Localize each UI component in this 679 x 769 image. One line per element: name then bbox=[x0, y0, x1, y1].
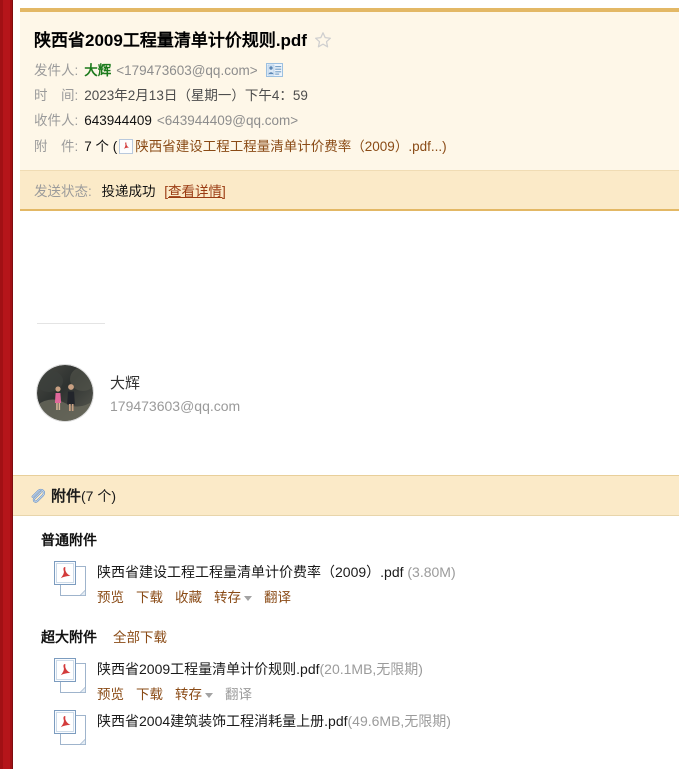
pdf-file-icon bbox=[53, 560, 87, 598]
pdf-file-icon bbox=[53, 657, 87, 695]
attachment-filename[interactable]: 陕西省建设工程工程量清单计价费率（2009）.pdf (3.80M) bbox=[97, 562, 456, 582]
signature-email: 179473603@qq.com bbox=[110, 398, 241, 414]
attachment-size: (3.80M) bbox=[403, 564, 456, 580]
header-bottom-border bbox=[20, 209, 679, 211]
attachment-meta: 陕西省建设工程工程量清单计价费率（2009）.pdf (3.80M) 预览 下载 收藏… bbox=[97, 560, 456, 606]
attachment-section-title: 普通附件 bbox=[41, 532, 97, 548]
attachment-actions: 预览 下载 转存 翻译 bbox=[97, 683, 423, 703]
page-title: 陕西省2009工程量清单计价规则.pdf bbox=[34, 31, 307, 50]
attachment-label: 附 件: bbox=[34, 139, 79, 154]
mail-header-fields: 陕西省2009工程量清单计价规则.pdf 发件人: 大辉 <179473603@… bbox=[20, 12, 679, 170]
download-all-link[interactable]: 全部下载 bbox=[113, 626, 167, 646]
view-detail-link[interactable]: [查看详情] bbox=[164, 184, 226, 199]
send-status-row: 发送状态: 投递成功 [查看详情] bbox=[20, 170, 679, 209]
send-status-label: 发送状态: bbox=[34, 184, 92, 199]
pdf-file-icon bbox=[53, 709, 87, 747]
attachment-action-转存[interactable]: 转存 bbox=[214, 586, 252, 606]
mail-detail-page: 陕西省2009工程量清单计价规则.pdf 发件人: 大辉 <179473603@… bbox=[0, 0, 679, 769]
paperclip-icon bbox=[29, 488, 45, 504]
from-label: 发件人: bbox=[34, 63, 79, 78]
attachment-size: (49.6MB,无限期) bbox=[347, 713, 451, 729]
attachments-title: 附件 bbox=[51, 488, 82, 505]
chevron-down-icon bbox=[205, 692, 213, 698]
from-address[interactable]: <179473603@qq.com> bbox=[116, 61, 257, 80]
attachment-meta: 陕西省2004建筑装饰工程消耗量上册.pdf(49.6MB,无限期) bbox=[97, 709, 451, 747]
attachment-summary-row: 附 件: 7 个 ( 陕西省建设工程工程量清单计价费率（2009）.pdf...… bbox=[34, 136, 679, 156]
attachment-action-翻译: 翻译 bbox=[225, 687, 252, 702]
to-row: 收件人: 643944409 <643944409@qq.com> bbox=[34, 111, 679, 130]
avatar[interactable] bbox=[37, 365, 93, 421]
attachment-section-header: 普通附件 bbox=[13, 530, 679, 550]
left-rail-highlight bbox=[3, 0, 10, 769]
attachment-filename[interactable]: 陕西省2004建筑装饰工程消耗量上册.pdf(49.6MB,无限期) bbox=[97, 711, 451, 731]
attachment-item: 陕西省建设工程工程量清单计价费率（2009）.pdf (3.80M) 预览 下载 收藏… bbox=[13, 560, 679, 606]
attachment-action-翻译[interactable]: 翻译 bbox=[264, 586, 291, 606]
attachment-action-预览[interactable]: 预览 bbox=[97, 586, 124, 606]
attachment-meta: 陕西省2009工程量清单计价规则.pdf(20.1MB,无限期) 预览 下载 转存 翻译 bbox=[97, 657, 423, 703]
to-label: 收件人: bbox=[34, 113, 79, 128]
attachment-count: 7 个 ( bbox=[84, 139, 118, 154]
time-value: 2023年2月13日（星期一）下午4：59 bbox=[84, 88, 308, 103]
attachments-count: (7 个) bbox=[81, 487, 117, 504]
attachments-panel: 附件 (7 个) 普通附件 陕西省建设工程工程量清单计价费率（2009）.pdf… bbox=[13, 475, 679, 753]
star-icon[interactable] bbox=[314, 31, 332, 49]
attachments-body: 普通附件 陕西省建设工程工程量清单计价费率（2009）.pdf (3.80M) 预… bbox=[13, 516, 679, 747]
attachment-actions: 预览 下载 收藏 转存 翻译 bbox=[97, 586, 456, 606]
contact-card-icon[interactable] bbox=[265, 63, 283, 77]
attachments-header: 附件 (7 个) bbox=[13, 476, 679, 516]
time-row: 时 间: 2023年2月13日（星期一）下午4：59 bbox=[34, 86, 679, 105]
signature-text: 大辉 179473603@qq.com bbox=[110, 372, 240, 414]
attachment-action-收藏[interactable]: 收藏 bbox=[175, 586, 202, 606]
attachment-size: (20.1MB,无限期) bbox=[319, 661, 423, 677]
mail-header-panel: 陕西省2009工程量清单计价规则.pdf 发件人: 大辉 <179473603@… bbox=[20, 8, 679, 209]
attachment-section-title: 超大附件 bbox=[41, 629, 97, 645]
attachment-item: 陕西省2004建筑装饰工程消耗量上册.pdf(49.6MB,无限期) bbox=[13, 709, 679, 747]
subject-row: 陕西省2009工程量清单计价规则.pdf bbox=[34, 26, 679, 51]
attachment-action-下载[interactable]: 下载 bbox=[136, 586, 163, 606]
attachment-section-header: 超大附件 全部下载 bbox=[13, 626, 679, 647]
time-label: 时 间: bbox=[34, 88, 79, 103]
chevron-down-icon bbox=[244, 595, 252, 601]
to-address[interactable]: <643944409@qq.com> bbox=[157, 111, 298, 130]
attachment-action-转存[interactable]: 转存 bbox=[175, 683, 213, 703]
signature-name: 大辉 bbox=[110, 375, 141, 392]
attachment-action-预览[interactable]: 预览 bbox=[97, 683, 124, 703]
from-name[interactable]: 大辉 bbox=[84, 61, 111, 80]
from-row: 发件人: 大辉 <179473603@qq.com> bbox=[34, 61, 679, 80]
signature-divider bbox=[37, 323, 105, 324]
attachment-filename[interactable]: 陕西省2009工程量清单计价规则.pdf(20.1MB,无限期) bbox=[97, 659, 423, 679]
signature-block: 大辉 179473603@qq.com bbox=[37, 365, 240, 421]
attachment-action-下载[interactable]: 下载 bbox=[136, 683, 163, 703]
pdf-icon bbox=[119, 139, 134, 154]
attachment-first-name[interactable]: 陕西省建设工程工程量清单计价费率（2009）.pdf...) bbox=[135, 137, 446, 156]
to-name[interactable]: 643944409 bbox=[84, 111, 152, 130]
attachment-item: 陕西省2009工程量清单计价规则.pdf(20.1MB,无限期) 预览 下载 转存 翻译 bbox=[13, 657, 679, 703]
send-status-value: 投递成功 bbox=[101, 184, 156, 199]
